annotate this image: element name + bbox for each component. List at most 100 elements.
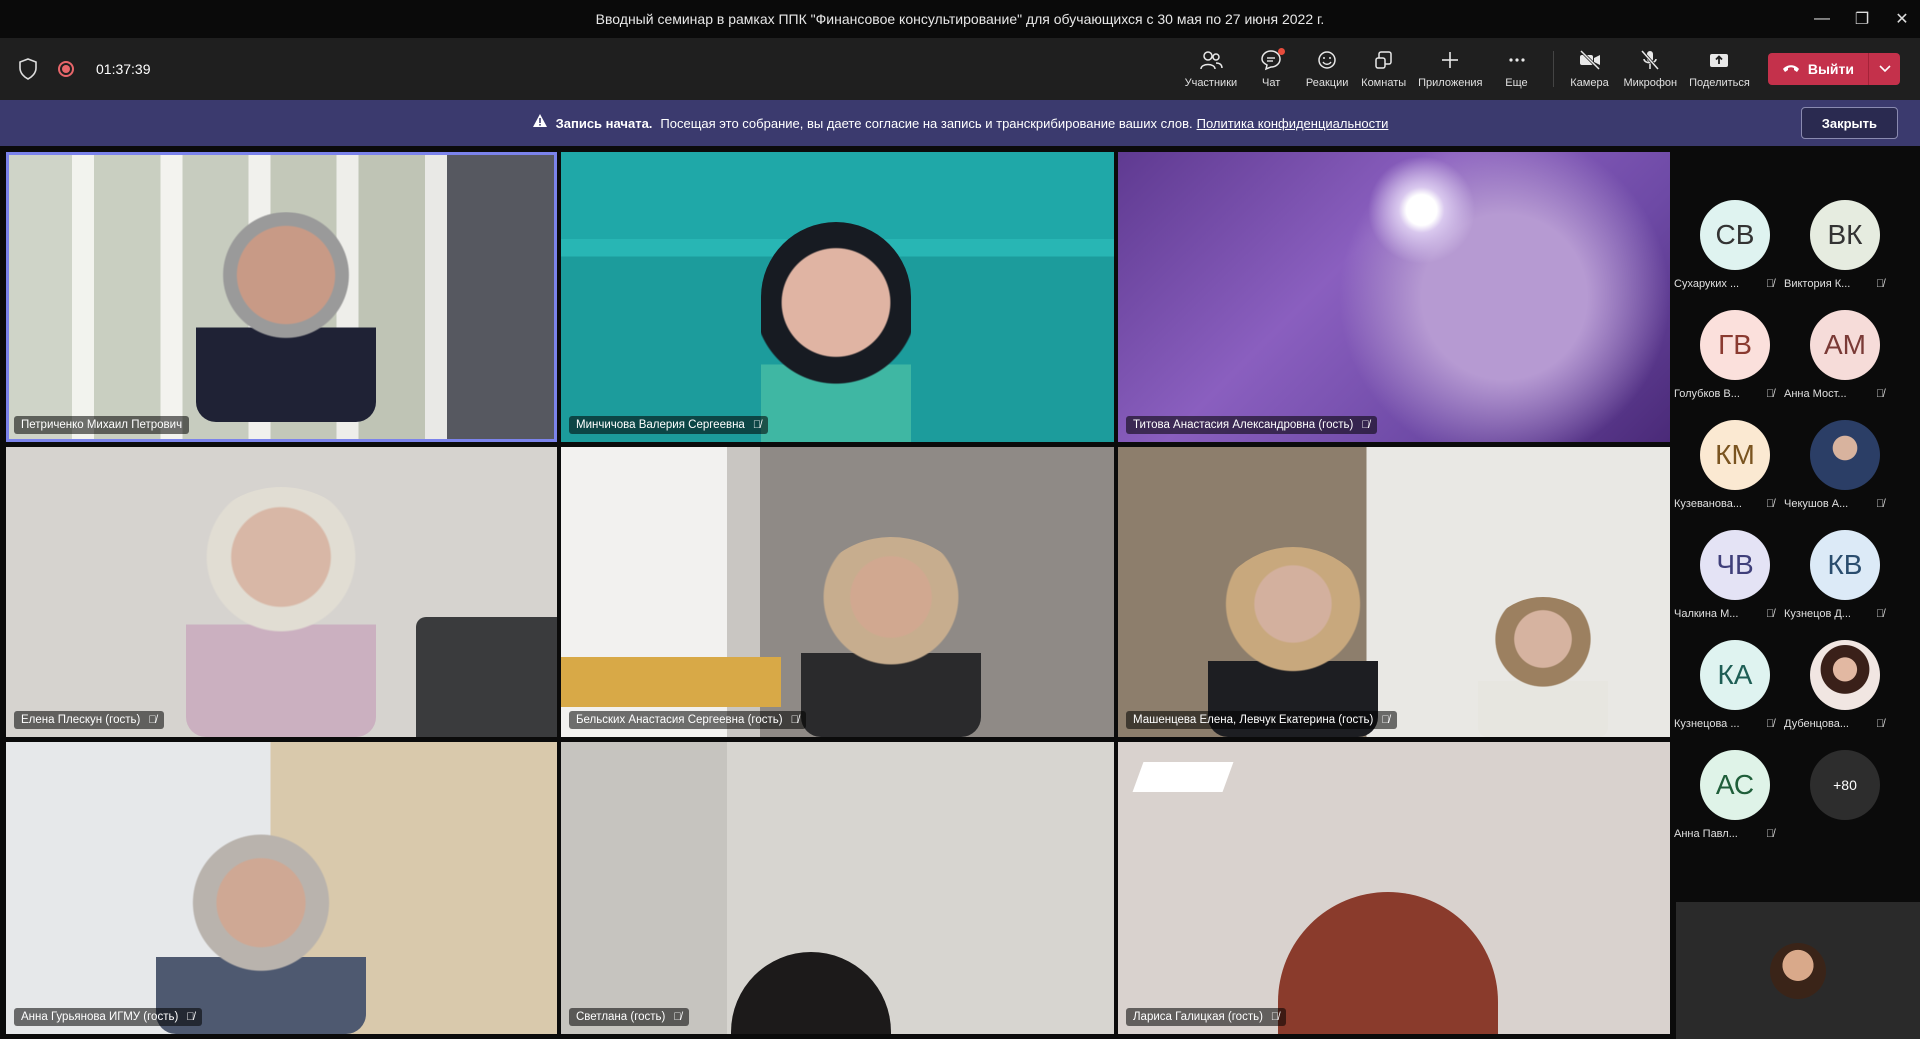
avatar: КМ [1700, 420, 1770, 490]
participant-avatar[interactable]: КМ Кузеванова... 🎙̸ [1674, 420, 1784, 520]
video-tile[interactable]: Елена Плескун (гость) 🎙̸ [6, 447, 557, 737]
participant-avatar[interactable]: АС Анна Павл... 🎙̸ [1674, 750, 1784, 850]
participant-avatar[interactable]: ГВ Голубков В... 🎙̸ [1674, 310, 1784, 410]
share-button[interactable]: Поделиться [1683, 38, 1756, 100]
participant-avatar[interactable]: Дубенцова... 🎙̸ [1784, 640, 1894, 740]
reactions-label: Реакции [1305, 77, 1349, 89]
video-tile[interactable]: Петриченко Михаил Петрович [6, 152, 557, 442]
video-tile[interactable]: Минчичова Валерия Сергеевна 🎙̸ [561, 152, 1114, 442]
leave-label: Выйти [1807, 61, 1854, 77]
participant-name-label: Елена Плескун (гость) 🎙̸ [14, 711, 164, 729]
mic-off-icon: 🎙̸ [1766, 608, 1775, 620]
avatar: ЧВ [1700, 530, 1770, 600]
recording-icon [58, 61, 74, 77]
participant-name-label: Анна Гурьянова ИГМУ (гость) 🎙̸ [14, 1008, 202, 1026]
apps-label: Приложения [1418, 77, 1483, 89]
banner-close-button[interactable]: Закрыть [1800, 107, 1898, 139]
mic-off-icon: 🎙̸ [1876, 388, 1885, 400]
leave-button[interactable]: Выйти [1768, 53, 1868, 85]
mic-off-icon: 🎙̸ [1876, 498, 1885, 510]
rooms-button[interactable]: Комнаты [1355, 38, 1412, 100]
meeting-toolbar: 01:37:39 Участники Чат Реакции Комнаты П… [0, 38, 1920, 100]
banner-text: Посещая это собрание, вы даете согласие … [660, 115, 1193, 131]
mic-off-icon: 🎙̸ [1766, 828, 1775, 840]
meeting-timer: 01:37:39 [96, 61, 151, 77]
phone-hangup-icon [1782, 61, 1800, 77]
window-titlebar: Вводный семинар в рамках ППК "Финансовое… [0, 0, 1920, 38]
mic-off-icon: 🎙̸ [1876, 278, 1885, 290]
camera-label: Камера [1570, 77, 1609, 89]
participant-avatar[interactable]: ВК Виктория К... 🎙̸ [1784, 200, 1894, 300]
avatar: АС [1700, 750, 1770, 820]
mic-off-icon: 🎙̸ [148, 714, 157, 726]
mic-off-icon [1639, 49, 1661, 73]
mic-off-icon: 🎙̸ [1270, 1011, 1280, 1023]
avatar: ВК [1810, 200, 1880, 270]
mic-off-icon: 🎙̸ [1766, 718, 1775, 730]
ellipsis-icon [1506, 49, 1528, 73]
share-icon [1708, 49, 1730, 73]
participant-avatar[interactable]: АМ Анна Мост... 🎙̸ [1784, 310, 1894, 410]
mic-off-icon: 🎙̸ [1381, 714, 1390, 726]
chat-unread-dot [1278, 48, 1286, 55]
participant-name-label: Бельских Анастасия Сергеевна (гость) 🎙̸ [569, 711, 806, 729]
shield-icon [19, 58, 37, 80]
share-label: Поделиться [1689, 77, 1750, 89]
video-tile[interactable]: Титова Анастасия Александровна (гость) 🎙̸ [1118, 152, 1670, 442]
avatar [1810, 640, 1880, 710]
self-avatar [1770, 942, 1826, 999]
more-label: Еще [1505, 77, 1528, 89]
close-window-button[interactable]: ✕ [1884, 0, 1920, 38]
participant-name-label: Минчичова Валерия Сергеевна 🎙̸ [569, 416, 769, 434]
participant-name-label: Светлана (гость) 🎙̸ [569, 1008, 689, 1026]
avatar: КА [1700, 640, 1770, 710]
participants-gallery: СВ Сухаруких ... 🎙̸ ВК Виктория К... 🎙̸ … [1672, 150, 1920, 900]
participants-button[interactable]: Участники [1179, 38, 1244, 100]
leave-options-chevron-icon[interactable] [1868, 53, 1900, 85]
chat-label: Чат [1262, 77, 1281, 89]
chat-button[interactable]: Чат [1243, 38, 1299, 100]
microphone-button[interactable]: Микрофон [1618, 38, 1684, 100]
mic-off-icon: 🎙̸ [1766, 498, 1775, 510]
rooms-icon [1373, 49, 1395, 73]
more-participants-button[interactable]: +80 [1810, 750, 1880, 820]
privacy-policy-link[interactable]: Политика конфиденциальности [1197, 116, 1389, 131]
self-view[interactable] [1676, 902, 1920, 1039]
participant-avatar[interactable]: СВ Сухаруких ... 🎙̸ [1674, 200, 1784, 300]
minimize-button[interactable]: — [1804, 0, 1840, 38]
toolbar-divider [1552, 51, 1554, 87]
reaction-icon [1316, 49, 1338, 73]
camera-off-icon [1578, 49, 1602, 73]
mic-off-icon: 🎙̸ [673, 1011, 682, 1023]
participant-avatar[interactable]: ЧВ Чалкина М... 🎙̸ [1674, 530, 1784, 630]
plus-icon [1439, 49, 1461, 73]
mic-off-icon: 🎙̸ [1766, 388, 1775, 400]
leave-button-group: Выйти [1767, 53, 1900, 85]
participant-name-label: Машенцева Елена, Левчук Екатерина (гость… [1126, 711, 1397, 729]
mic-off-icon: 🎙̸ [1361, 419, 1370, 431]
participant-avatar[interactable]: Чекушов А... 🎙̸ [1784, 420, 1894, 520]
mic-off-icon: 🎙̸ [1876, 718, 1885, 730]
people-icon [1199, 49, 1223, 73]
avatar: АМ [1810, 310, 1880, 380]
rooms-label: Комнаты [1361, 77, 1407, 89]
participant-name-label: Титова Анастасия Александровна (гость) 🎙̸ [1126, 416, 1377, 434]
more-button[interactable]: Еще [1489, 38, 1545, 100]
video-tile[interactable]: Анна Гурьянова ИГМУ (гость) 🎙̸ [6, 742, 557, 1034]
mic-off-icon: 🎙̸ [790, 714, 799, 726]
participants-label: Участники [1184, 77, 1238, 89]
camera-button[interactable]: Камера [1562, 38, 1618, 100]
reactions-button[interactable]: Реакции [1299, 38, 1355, 100]
video-tile[interactable]: Машенцева Елена, Левчук Екатерина (гость… [1118, 447, 1670, 737]
window-title: Вводный семинар в рамках ППК "Финансовое… [595, 11, 1325, 27]
warning-icon [532, 113, 548, 133]
maximize-button[interactable]: ❐ [1844, 0, 1880, 38]
participant-avatar[interactable]: КВ Кузнецов Д... 🎙̸ [1784, 530, 1894, 630]
video-tile[interactable]: Лариса Галицкая (гость) 🎙̸ [1118, 742, 1670, 1034]
video-tile[interactable]: Бельских Анастасия Сергеевна (гость) 🎙̸ [561, 447, 1114, 737]
apps-button[interactable]: Приложения [1412, 38, 1488, 100]
video-tile[interactable]: Светлана (гость) 🎙̸ [561, 742, 1114, 1034]
avatar [1810, 420, 1880, 490]
mic-off-icon: 🎙̸ [1766, 278, 1775, 290]
participant-avatar[interactable]: КА Кузнецова ... 🎙̸ [1674, 640, 1784, 740]
